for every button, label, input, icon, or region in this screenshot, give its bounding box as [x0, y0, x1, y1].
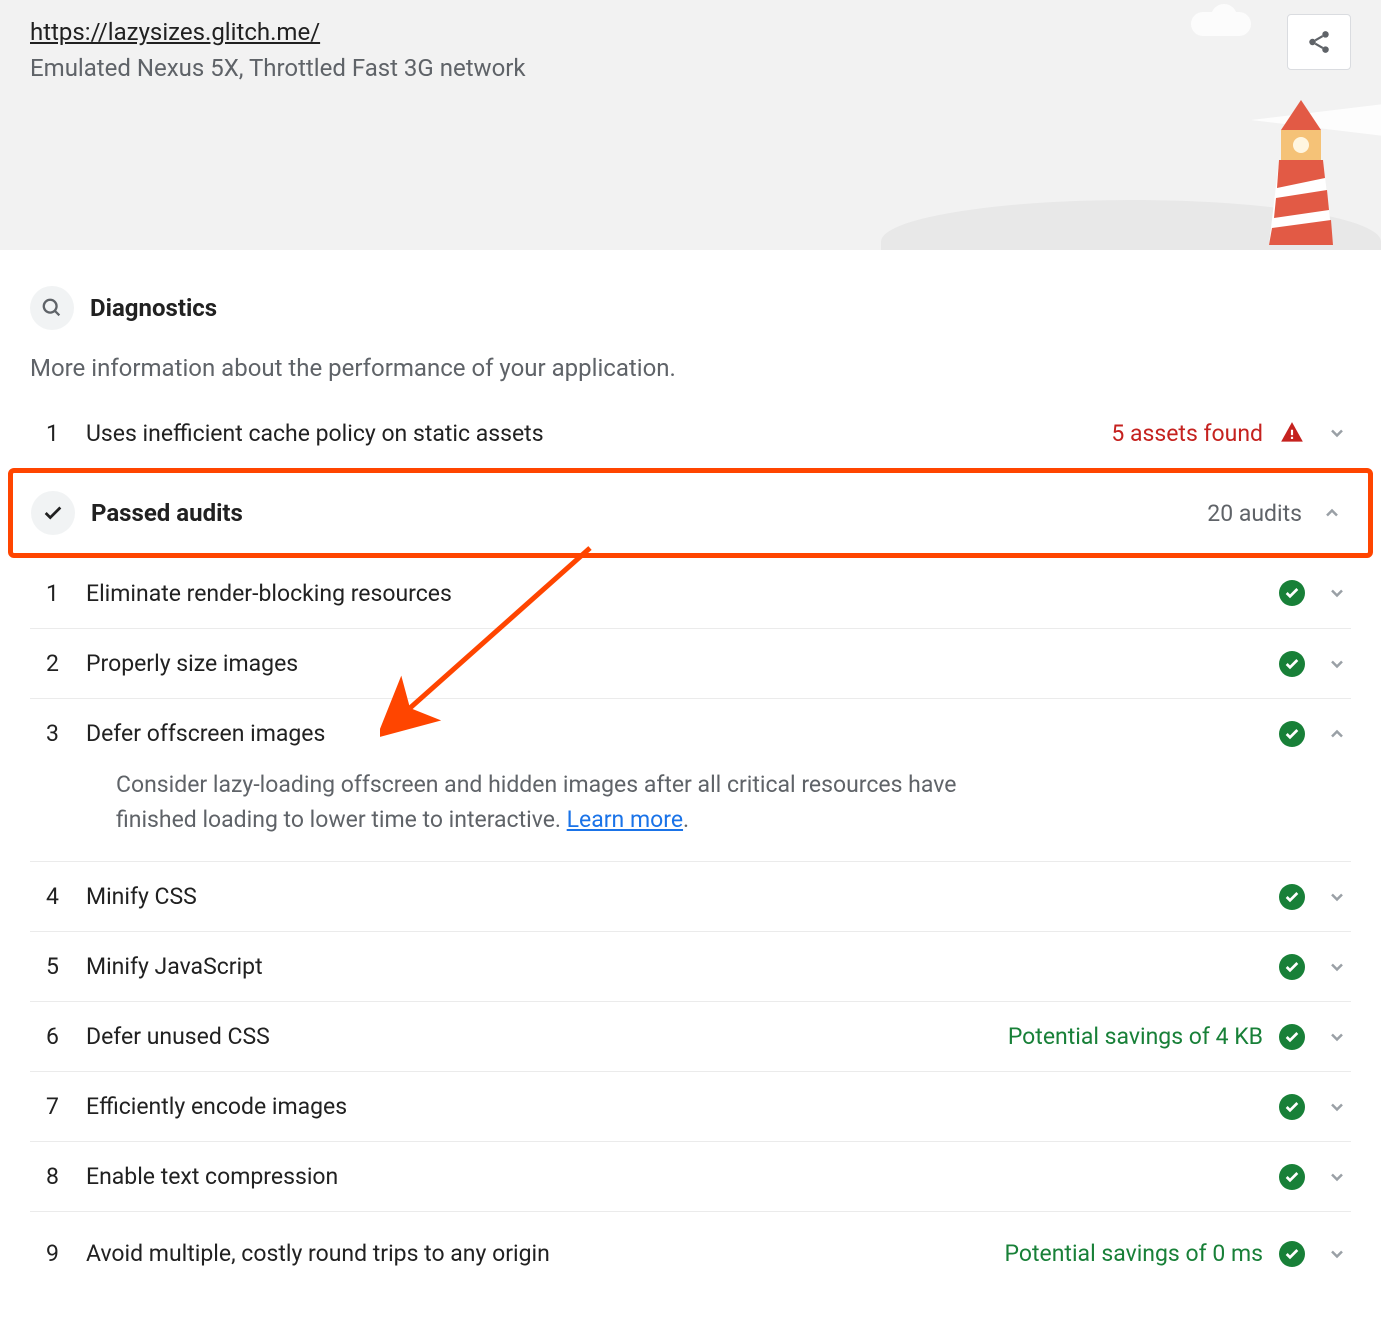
search-icon-circle — [30, 286, 74, 330]
pass-icon — [1279, 580, 1305, 606]
audit-title: Uses inefficient cache policy on static … — [86, 420, 1111, 447]
audit-number: 2 — [30, 650, 86, 677]
audit-title: Defer unused CSS — [86, 1023, 1008, 1050]
passed-audits-count: 20 audits — [1207, 500, 1302, 527]
audit-number: 7 — [30, 1093, 86, 1120]
passed-audits-title: Passed audits — [91, 499, 1207, 527]
audit-number: 6 — [30, 1023, 86, 1050]
pass-icon — [1279, 1241, 1305, 1267]
passed-audit-row[interactable]: 9 Avoid multiple, costly round trips to … — [30, 1211, 1351, 1281]
audit-description: Consider lazy-loading offscreen and hidd… — [30, 768, 1040, 861]
chevron-up-icon — [1318, 499, 1346, 527]
diagnostics-description: More information about the performance o… — [30, 354, 1351, 382]
audit-value: Potential savings of 0 ms — [1005, 1240, 1263, 1267]
passed-audits-list: 1 Eliminate render-blocking resources 2 … — [30, 558, 1351, 1281]
audit-title: Minify CSS — [86, 883, 1279, 910]
report-content: Diagnostics More information about the p… — [0, 250, 1381, 1301]
pass-icon — [1279, 884, 1305, 910]
audit-number: 9 — [30, 1240, 86, 1267]
chevron-up-icon — [1323, 720, 1351, 748]
diagnostics-section-header: Diagnostics — [30, 270, 1351, 346]
checkmark-icon — [42, 502, 64, 524]
search-icon — [41, 297, 63, 319]
passed-audit-row[interactable]: 4 Minify CSS — [30, 861, 1351, 931]
diagnostics-title: Diagnostics — [90, 294, 217, 322]
pass-icon — [1279, 651, 1305, 677]
audit-number: 3 — [30, 720, 86, 747]
emulation-info: Emulated Nexus 5X, Throttled Fast 3G net… — [30, 54, 1351, 82]
lighthouse-logo — [1251, 90, 1351, 250]
audit-title: Enable text compression — [86, 1163, 1279, 1190]
audit-title: Defer offscreen images — [86, 720, 1279, 747]
chevron-down-icon — [1323, 579, 1351, 607]
diagnostic-audit-row[interactable]: 1 Uses inefficient cache policy on stati… — [30, 398, 1351, 468]
chevron-down-icon — [1323, 650, 1351, 678]
learn-more-link[interactable]: Learn more — [567, 806, 683, 833]
audit-number: 8 — [30, 1163, 86, 1190]
chevron-down-icon — [1323, 1093, 1351, 1121]
passed-audit-row-expanded[interactable]: 3 Defer offscreen images — [30, 698, 1351, 768]
pass-icon — [1279, 1094, 1305, 1120]
chevron-down-icon — [1323, 953, 1351, 981]
passed-audit-row[interactable]: 2 Properly size images — [30, 628, 1351, 698]
pass-icon — [1279, 721, 1305, 747]
chevron-down-icon — [1323, 883, 1351, 911]
audit-url-link[interactable]: https://lazysizes.glitch.me/ — [30, 18, 320, 46]
audit-number: 1 — [30, 580, 86, 607]
chevron-down-icon — [1323, 1240, 1351, 1268]
warning-icon — [1279, 420, 1305, 446]
chevron-down-icon — [1323, 419, 1351, 447]
passed-audit-row[interactable]: 5 Minify JavaScript — [30, 931, 1351, 1001]
passed-audits-header[interactable]: Passed audits 20 audits — [35, 473, 1346, 553]
audit-title: Efficiently encode images — [86, 1093, 1279, 1120]
audit-title: Avoid multiple, costly round trips to an… — [86, 1240, 1005, 1267]
report-header: https://lazysizes.glitch.me/ Emulated Ne… — [0, 0, 1381, 250]
share-button[interactable] — [1287, 14, 1351, 70]
passed-audit-row[interactable]: 6 Defer unused CSS Potential savings of … — [30, 1001, 1351, 1071]
audit-number: 1 — [30, 420, 86, 447]
pass-icon — [1279, 954, 1305, 980]
pass-icon — [1279, 1024, 1305, 1050]
chevron-down-icon — [1323, 1163, 1351, 1191]
pass-icon — [1279, 1164, 1305, 1190]
audit-value: 5 assets found — [1111, 420, 1263, 447]
passed-audit-row[interactable]: 1 Eliminate render-blocking resources — [30, 558, 1351, 628]
audit-number: 5 — [30, 953, 86, 980]
audit-title: Eliminate render-blocking resources — [86, 580, 1279, 607]
passed-audits-highlight: Passed audits 20 audits — [8, 468, 1373, 558]
passed-audit-row[interactable]: 7 Efficiently encode images — [30, 1071, 1351, 1141]
chevron-down-icon — [1323, 1023, 1351, 1051]
share-icon — [1306, 29, 1332, 55]
audit-value: Potential savings of 4 KB — [1008, 1023, 1263, 1050]
audit-title: Minify JavaScript — [86, 953, 1279, 980]
audit-number: 4 — [30, 883, 86, 910]
check-icon-circle — [31, 491, 75, 535]
audit-title: Properly size images — [86, 650, 1279, 677]
passed-audit-row[interactable]: 8 Enable text compression — [30, 1141, 1351, 1211]
cloud-decoration — [1191, 12, 1251, 36]
